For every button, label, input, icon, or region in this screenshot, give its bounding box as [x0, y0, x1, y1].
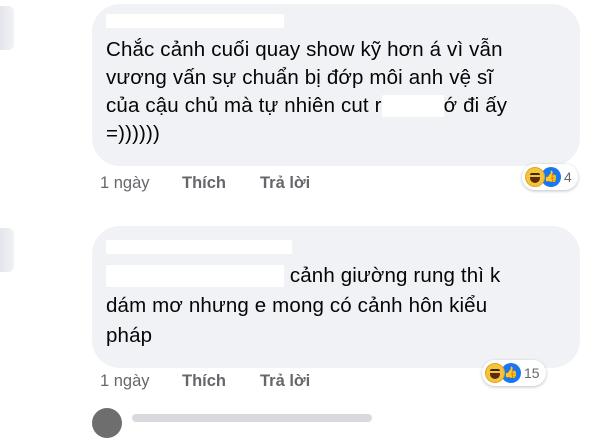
reaction-count: 4	[564, 169, 572, 185]
comment-text-line: của cậu chủ mà tự nhiên cut r ớ đi ấy	[106, 94, 507, 118]
redacted-text-fragment: ớ	[443, 94, 458, 117]
comment-text-line: cảnh giường rung thì k	[106, 264, 500, 288]
comment-text-line: pháp	[106, 324, 153, 347]
redaction-block	[381, 95, 444, 117]
comment-text-line: vương vấn sự chuẩn bị đớp môi anh vệ sĩ	[106, 66, 494, 89]
reaction-summary[interactable]: 👍 15	[482, 360, 546, 386]
avatar[interactable]	[0, 6, 14, 50]
reaction-count: 15	[524, 365, 540, 381]
timestamp[interactable]: 1 ngày	[100, 174, 150, 193]
redacted-author-name	[106, 240, 292, 254]
comment-text-fragment: đi ấy	[463, 94, 508, 117]
avatar[interactable]	[0, 228, 14, 272]
haha-icon	[525, 167, 545, 187]
comment-text-line: Chắc cảnh cuối quay show kỹ hơn á vì vẫn	[106, 38, 503, 61]
redacted-text-fragment: r	[374, 94, 382, 117]
comment-text-line: dám mơ nhưng e mong có cảnh hôn kiểu	[106, 294, 488, 317]
reaction-summary[interactable]: 👍 4	[522, 164, 578, 190]
like-link[interactable]: Thích	[182, 174, 226, 193]
comment-text-line: =))))))	[106, 122, 160, 145]
comment-bubble: Chắc cảnh cuối quay show kỹ hơn á vì vẫn…	[92, 4, 580, 166]
redacted-author-name	[106, 14, 284, 28]
avatar[interactable]	[92, 408, 122, 438]
like-link[interactable]: Thích	[182, 372, 226, 391]
comment-text-fragment: cảnh giường rung thì k	[289, 264, 501, 287]
timestamp[interactable]: 1 ngày	[100, 372, 150, 391]
reply-link[interactable]: Trả lời	[260, 372, 310, 391]
comment-text-fragment: của cậu chủ mà tự nhiên cut	[106, 94, 369, 117]
cropped-comment-preview	[132, 414, 372, 422]
haha-icon	[485, 363, 505, 383]
comment-bubble: cảnh giường rung thì k dám mơ nhưng e mo…	[92, 226, 580, 368]
reply-link[interactable]: Trả lời	[260, 174, 310, 193]
redaction-block	[106, 265, 284, 287]
